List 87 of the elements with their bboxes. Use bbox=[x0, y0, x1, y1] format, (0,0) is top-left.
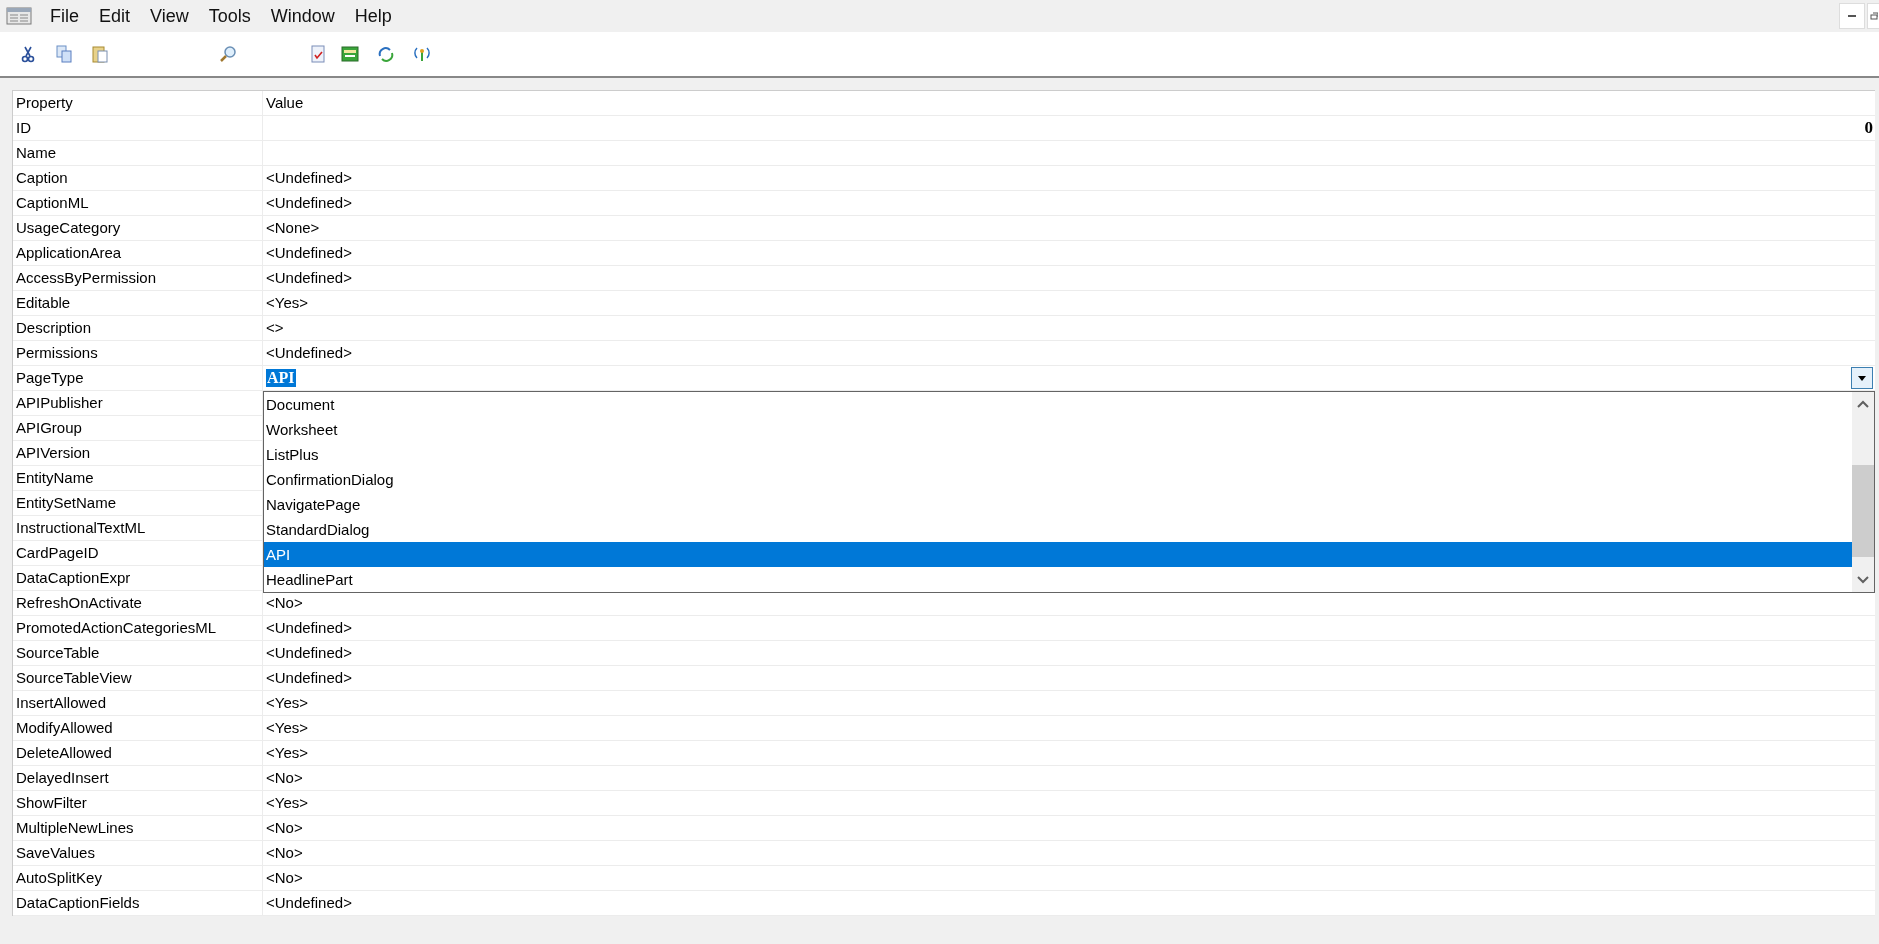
property-value[interactable]: <Yes> bbox=[263, 291, 1875, 316]
property-value[interactable]: <Undefined> bbox=[263, 191, 1875, 216]
antenna-icon[interactable] bbox=[412, 44, 432, 64]
property-value[interactable]: <Yes> bbox=[263, 716, 1875, 741]
property-name: ID bbox=[13, 116, 263, 141]
property-value[interactable]: <Yes> bbox=[263, 791, 1875, 816]
property-name: MultipleNewLines bbox=[13, 816, 263, 841]
property-name: SourceTable bbox=[13, 641, 263, 666]
dropdown-option[interactable]: API bbox=[264, 542, 1852, 567]
menu-item[interactable]: View bbox=[140, 5, 199, 27]
property-name: EntityName bbox=[13, 466, 263, 491]
property-value[interactable]: <Undefined> bbox=[263, 266, 1875, 291]
property-name: SaveValues bbox=[13, 841, 263, 866]
property-name: Permissions bbox=[13, 341, 263, 366]
property-name: InsertAllowed bbox=[13, 691, 263, 716]
chevron-up-icon[interactable] bbox=[1856, 399, 1870, 409]
property-name: RefreshOnActivate bbox=[13, 591, 263, 616]
checklist-icon[interactable] bbox=[308, 44, 328, 64]
property-value[interactable]: API bbox=[266, 369, 296, 387]
chevron-down-icon[interactable] bbox=[1856, 575, 1870, 585]
dropdown-option[interactable]: Worksheet bbox=[264, 417, 1852, 442]
dropdown-option[interactable]: Document bbox=[264, 392, 1852, 417]
property-value[interactable]: <Undefined> bbox=[263, 341, 1875, 366]
property-value[interactable]: <Undefined> bbox=[263, 641, 1875, 666]
property-name: InstructionalTextML bbox=[13, 516, 263, 541]
property-name: DataCaptionFields bbox=[13, 891, 263, 916]
menu-item[interactable]: Help bbox=[344, 5, 402, 27]
property-value[interactable]: <Undefined> bbox=[263, 666, 1875, 691]
column-header: Value bbox=[263, 91, 1875, 116]
property-name: AutoSplitKey bbox=[13, 866, 263, 891]
minimize-icon bbox=[1848, 15, 1856, 17]
property-name: DelayedInsert bbox=[13, 766, 263, 791]
property-name: ModifyAllowed bbox=[13, 716, 263, 741]
dropdown-option[interactable]: NavigatePage bbox=[264, 492, 1852, 517]
column-header: Property bbox=[13, 91, 263, 116]
copy-icon[interactable] bbox=[54, 44, 74, 64]
property-value[interactable]: <Undefined> bbox=[263, 891, 1875, 916]
dropdown-option[interactable]: StandardDialog bbox=[264, 517, 1852, 542]
property-value[interactable]: <No> bbox=[263, 591, 1875, 616]
property-name: Description bbox=[13, 316, 263, 341]
caret-icon bbox=[1858, 375, 1866, 381]
dropdown-option[interactable]: ConfirmationDialog bbox=[264, 467, 1852, 492]
property-name: AccessByPermission bbox=[13, 266, 263, 291]
property-value[interactable]: <No> bbox=[263, 841, 1875, 866]
property-name: UsageCategory bbox=[13, 216, 263, 241]
property-value[interactable]: <None> bbox=[263, 216, 1875, 241]
property-name: ShowFilter bbox=[13, 791, 263, 816]
property-name: Editable bbox=[13, 291, 263, 316]
property-value[interactable]: <Undefined> bbox=[263, 241, 1875, 266]
property-name: EntitySetName bbox=[13, 491, 263, 516]
property-name: APIVersion bbox=[13, 441, 263, 466]
property-name: PageType bbox=[13, 366, 263, 391]
property-value[interactable]: <No> bbox=[263, 766, 1875, 791]
scrollbar[interactable] bbox=[1852, 392, 1874, 592]
restore-button[interactable] bbox=[1867, 3, 1879, 29]
menu-item[interactable]: File bbox=[40, 5, 89, 27]
property-value[interactable]: <Undefined> bbox=[263, 616, 1875, 641]
form-icon[interactable] bbox=[340, 44, 360, 64]
menu-item[interactable]: Edit bbox=[89, 5, 141, 27]
property-name: Caption bbox=[13, 166, 263, 191]
property-value[interactable]: <Yes> bbox=[263, 741, 1875, 766]
search-icon[interactable] bbox=[218, 44, 238, 64]
property-value[interactable]: <> bbox=[263, 316, 1875, 341]
property-name: Name bbox=[13, 141, 263, 166]
dropdown-option[interactable]: HeadlinePart bbox=[264, 567, 1852, 592]
property-name: APIGroup bbox=[13, 416, 263, 441]
minimize-button[interactable] bbox=[1839, 3, 1865, 29]
dropdown-button[interactable] bbox=[1851, 367, 1873, 389]
property-name: CaptionML bbox=[13, 191, 263, 216]
property-name: DeleteAllowed bbox=[13, 741, 263, 766]
property-value[interactable]: <Yes> bbox=[263, 691, 1875, 716]
menu-item[interactable]: Tools bbox=[198, 5, 261, 27]
property-name: SourceTableView bbox=[13, 666, 263, 691]
property-value[interactable]: <No> bbox=[263, 816, 1875, 841]
property-name: PromotedActionCategoriesML bbox=[13, 616, 263, 641]
sync-icon[interactable] bbox=[376, 44, 396, 64]
menu-item[interactable]: Window bbox=[260, 5, 345, 27]
property-value[interactable]: <Undefined> bbox=[263, 166, 1875, 191]
app-icon bbox=[6, 7, 32, 25]
property-name: APIPublisher bbox=[13, 391, 263, 416]
property-value[interactable]: 0 bbox=[263, 116, 1875, 141]
dropdown-option[interactable]: ListPlus bbox=[264, 442, 1852, 467]
restore-icon bbox=[1869, 12, 1878, 20]
property-name: ApplicationArea bbox=[13, 241, 263, 266]
property-value[interactable]: <No> bbox=[263, 866, 1875, 891]
property-name: CardPageID bbox=[13, 541, 263, 566]
property-name: DataCaptionExpr bbox=[13, 566, 263, 591]
